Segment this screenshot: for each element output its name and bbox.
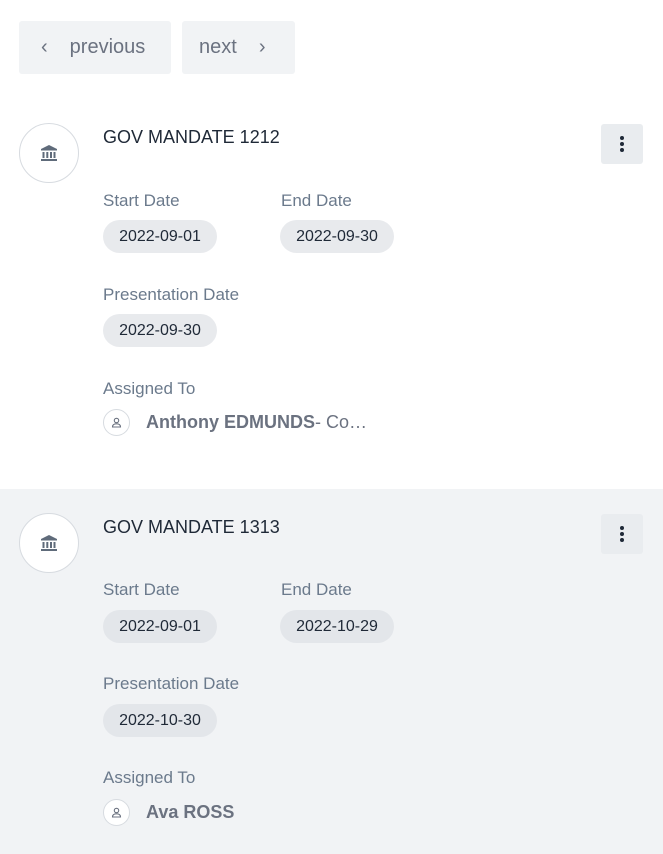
start-date-value: 2022-09-01 (103, 220, 217, 253)
chevron-left-icon: ‹ (41, 36, 48, 58)
previous-label: previous (69, 36, 146, 58)
bank-icon (19, 123, 79, 183)
chevron-right-icon: › (258, 36, 266, 58)
assigned-to-label: Assigned To (103, 768, 196, 787)
assigned-to-label: Assigned To (103, 379, 196, 398)
assignee[interactable]: Ava ROSS (103, 799, 234, 826)
assignee[interactable]: Anthony EDMUNDS - Co… (103, 409, 367, 436)
more-options-button[interactable] (601, 514, 643, 554)
start-date-label: Start Date (103, 580, 180, 599)
user-icon (103, 409, 130, 436)
end-date-value: 2022-09-30 (280, 220, 394, 253)
kebab-menu-icon (620, 526, 624, 542)
mandate-title: GOV MANDATE 1313 (103, 517, 280, 537)
pagination: ‹ previous next › (19, 21, 295, 74)
end-date-label: End Date (281, 580, 352, 599)
start-date-value: 2022-09-01 (103, 610, 217, 643)
end-date-value: 2022-10-29 (280, 610, 394, 643)
assignee-name: Ava ROSS (146, 802, 235, 822)
presentation-date-value: 2022-10-30 (103, 704, 217, 737)
bank-icon (19, 513, 79, 573)
presentation-date-label: Presentation Date (103, 674, 240, 693)
assignee-role: - Co… (315, 412, 368, 432)
start-date-label: Start Date (103, 191, 180, 210)
mandate-card: GOV MANDATE 1212 Start Date 2022-09-01 E… (0, 100, 663, 489)
assignee-name: Anthony EDMUNDS (146, 412, 315, 432)
presentation-date-label: Presentation Date (103, 285, 240, 304)
kebab-menu-icon (620, 136, 624, 152)
previous-button[interactable]: ‹ previous (19, 21, 171, 74)
next-button[interactable]: next › (182, 21, 295, 74)
mandate-card: GOV MANDATE 1313 Start Date 2022-09-01 E… (0, 489, 663, 854)
next-label: next (199, 36, 237, 58)
user-icon (103, 799, 130, 826)
presentation-date-value: 2022-09-30 (103, 314, 217, 347)
more-options-button[interactable] (601, 124, 643, 164)
mandate-title: GOV MANDATE 1212 (103, 127, 280, 147)
end-date-label: End Date (281, 191, 352, 210)
